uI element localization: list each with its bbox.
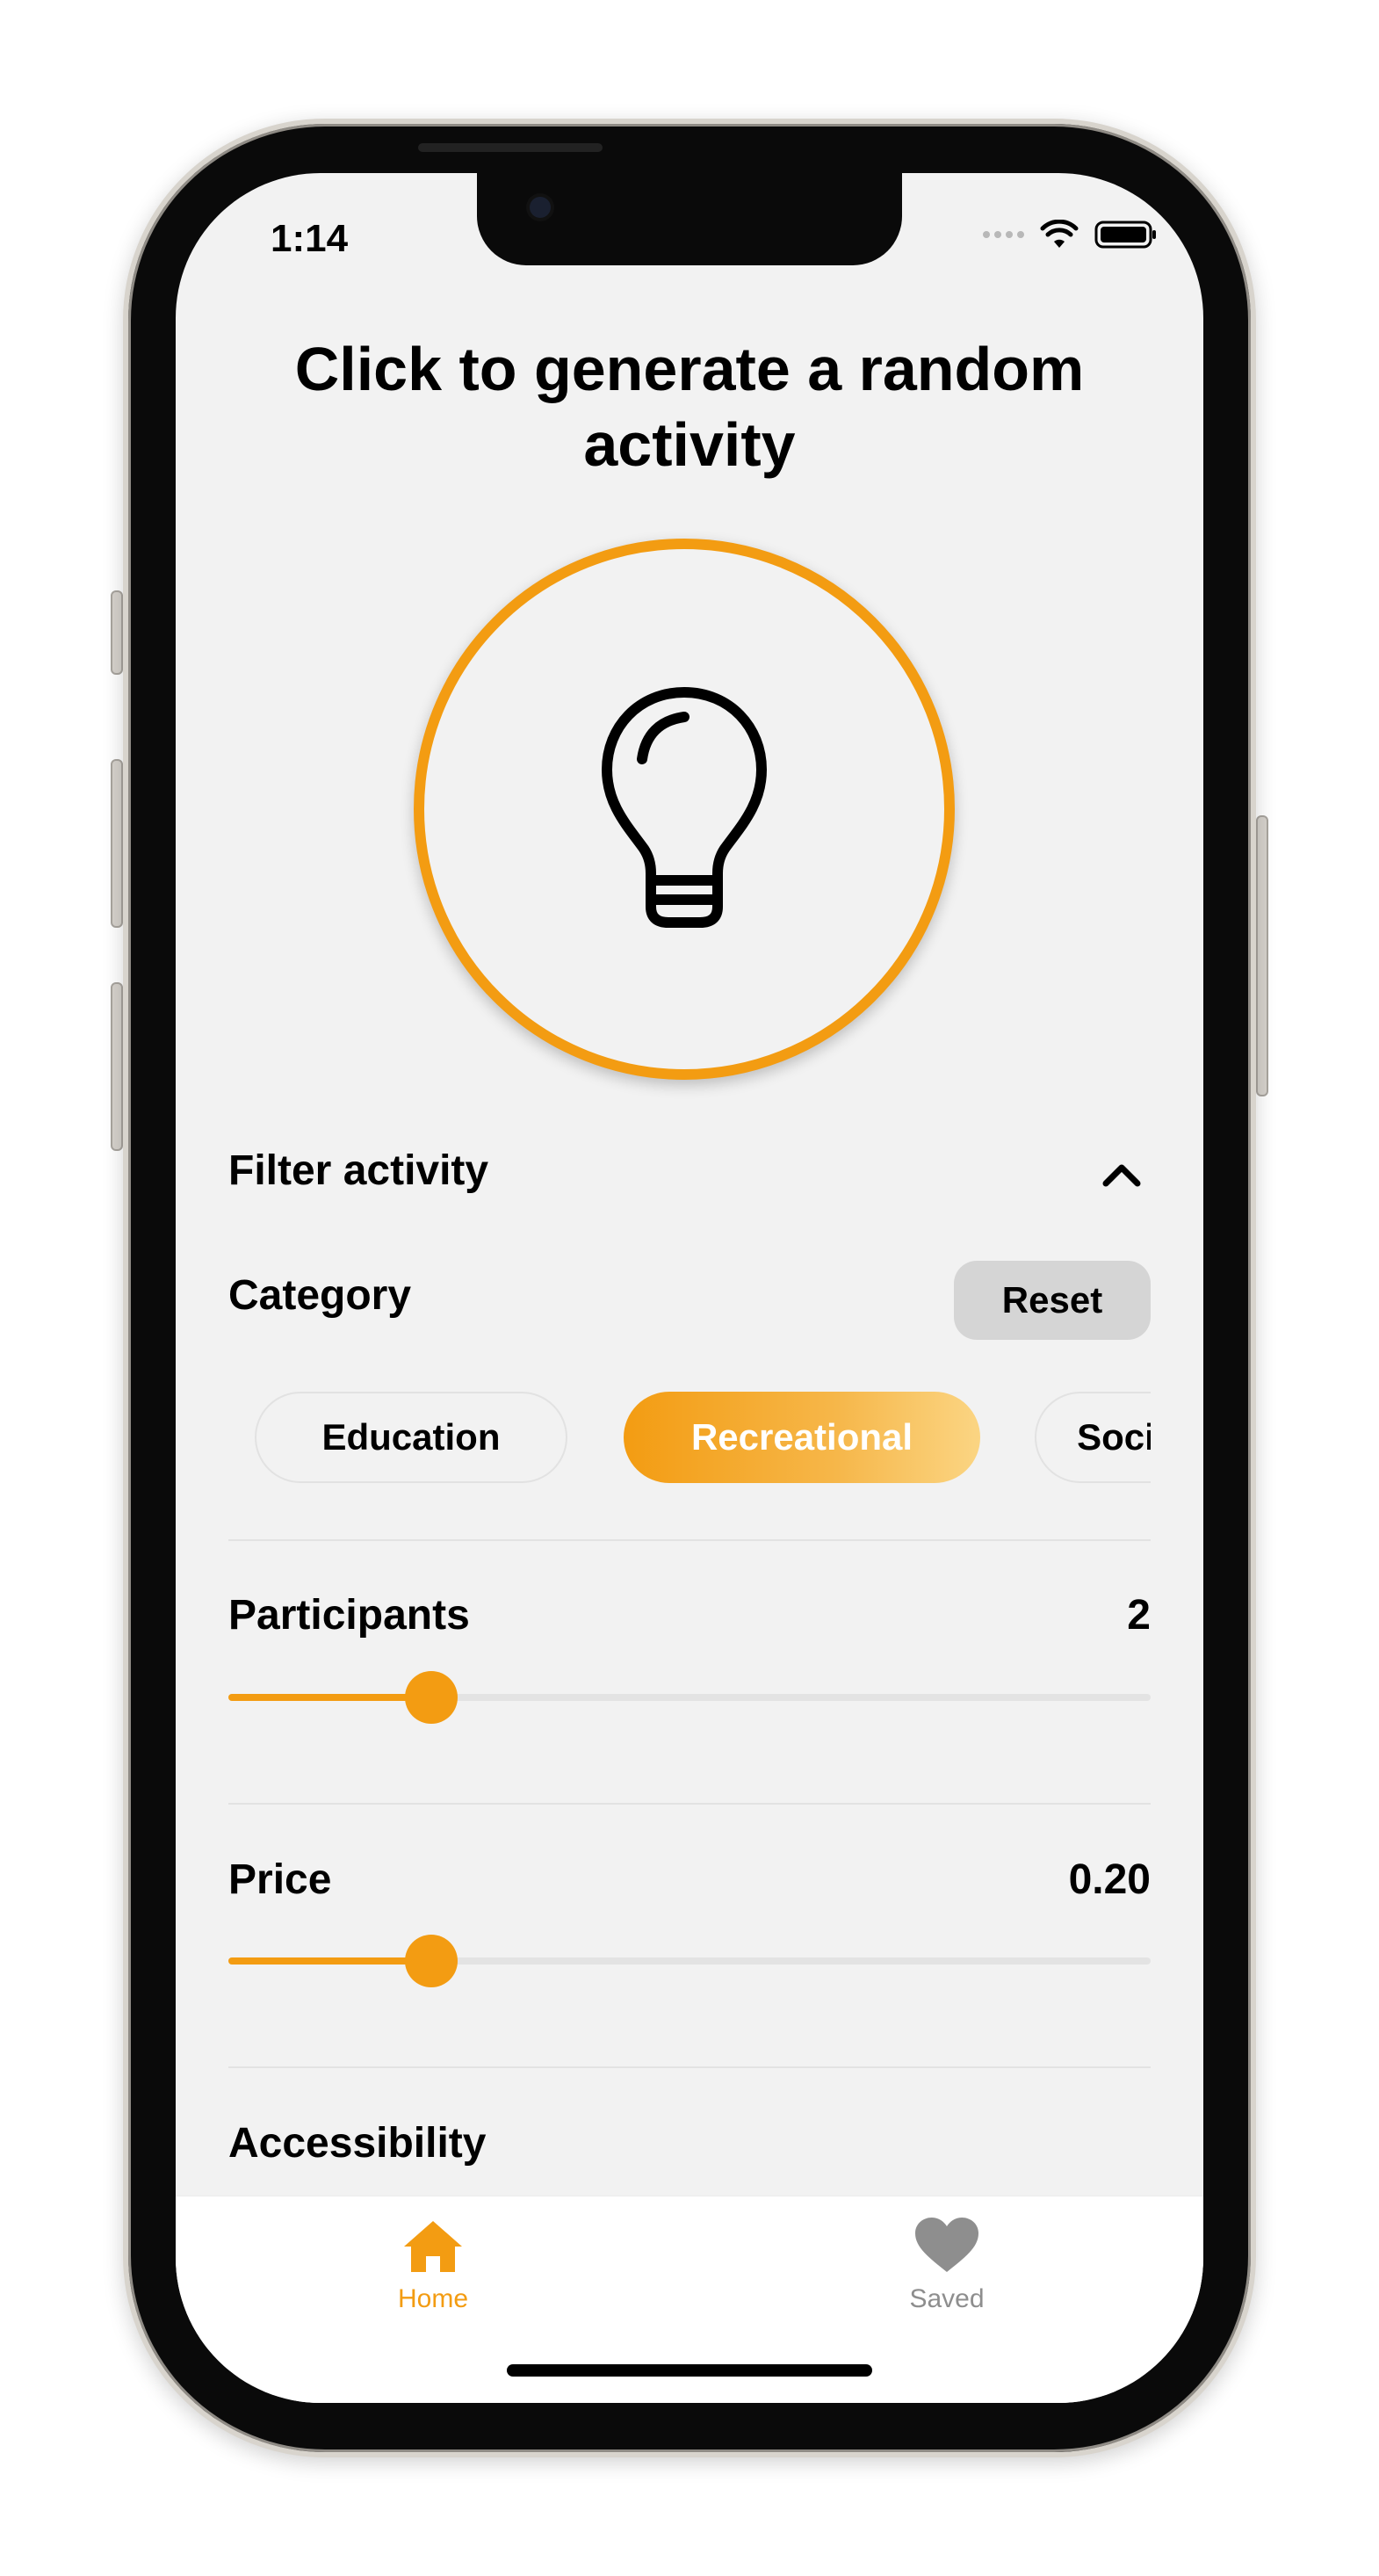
home-indicator	[507, 2364, 872, 2377]
slider-fill	[228, 1694, 431, 1701]
divider	[228, 1539, 1151, 1541]
tab-home-label: Home	[397, 2284, 469, 2313]
chip-education[interactable]: Education	[255, 1392, 567, 1483]
reset-button[interactable]: Reset	[954, 1261, 1151, 1340]
title-line-2: activity	[583, 410, 796, 479]
slider-fill	[228, 1957, 431, 1965]
tab-home[interactable]: Home	[301, 2196, 565, 2314]
heart-icon	[915, 2218, 978, 2272]
price-label: Price	[228, 1856, 332, 1903]
power-button	[1256, 815, 1268, 1096]
price-slider[interactable]	[228, 1935, 1151, 1987]
status-time: 1:14	[271, 217, 349, 260]
chevron-up-icon[interactable]	[1101, 1161, 1142, 1188]
tab-bar: Home Saved	[176, 2196, 1203, 2403]
earpiece-speaker	[418, 143, 603, 152]
participants-value: 2	[1127, 1592, 1151, 1639]
status-icons	[983, 219, 1158, 250]
divider	[228, 1803, 1151, 1805]
chip-social[interactable]: Social	[1035, 1392, 1151, 1483]
participants-slider[interactable]	[228, 1671, 1151, 1724]
volume-down-button	[111, 982, 123, 1151]
battery-icon	[1094, 221, 1156, 249]
chip-recreational[interactable]: Recreational	[624, 1392, 980, 1483]
price-value: 0.20	[1068, 1856, 1151, 1903]
tab-saved[interactable]: Saved	[815, 2196, 1079, 2314]
lightbulb-icon	[602, 687, 767, 928]
accessibility-label: Accessibility	[228, 2120, 487, 2167]
slider-thumb[interactable]	[405, 1935, 458, 1987]
wifi-icon	[1040, 220, 1079, 248]
cellular-signal-icon	[983, 231, 1024, 238]
volume-up-button	[111, 759, 123, 928]
mute-switch	[111, 590, 123, 675]
app-screen: 1:14 Click to generate a random activity…	[176, 173, 1203, 2403]
notch	[477, 173, 902, 265]
divider	[228, 2066, 1151, 2068]
page-title: Click to generate a random activity	[176, 331, 1203, 482]
slider-thumb[interactable]	[405, 1671, 458, 1724]
category-label: Category	[228, 1272, 412, 1319]
front-camera	[530, 197, 551, 218]
filter-activity-heading[interactable]: Filter activity	[228, 1147, 488, 1195]
category-chips[interactable]: Education Recreational Social	[228, 1392, 1151, 1485]
title-line-1: Click to generate a random	[294, 335, 1085, 403]
tab-saved-label: Saved	[909, 2284, 985, 2313]
generate-activity-button[interactable]	[414, 539, 955, 1080]
home-icon	[404, 2221, 462, 2272]
participants-label: Participants	[228, 1592, 470, 1639]
